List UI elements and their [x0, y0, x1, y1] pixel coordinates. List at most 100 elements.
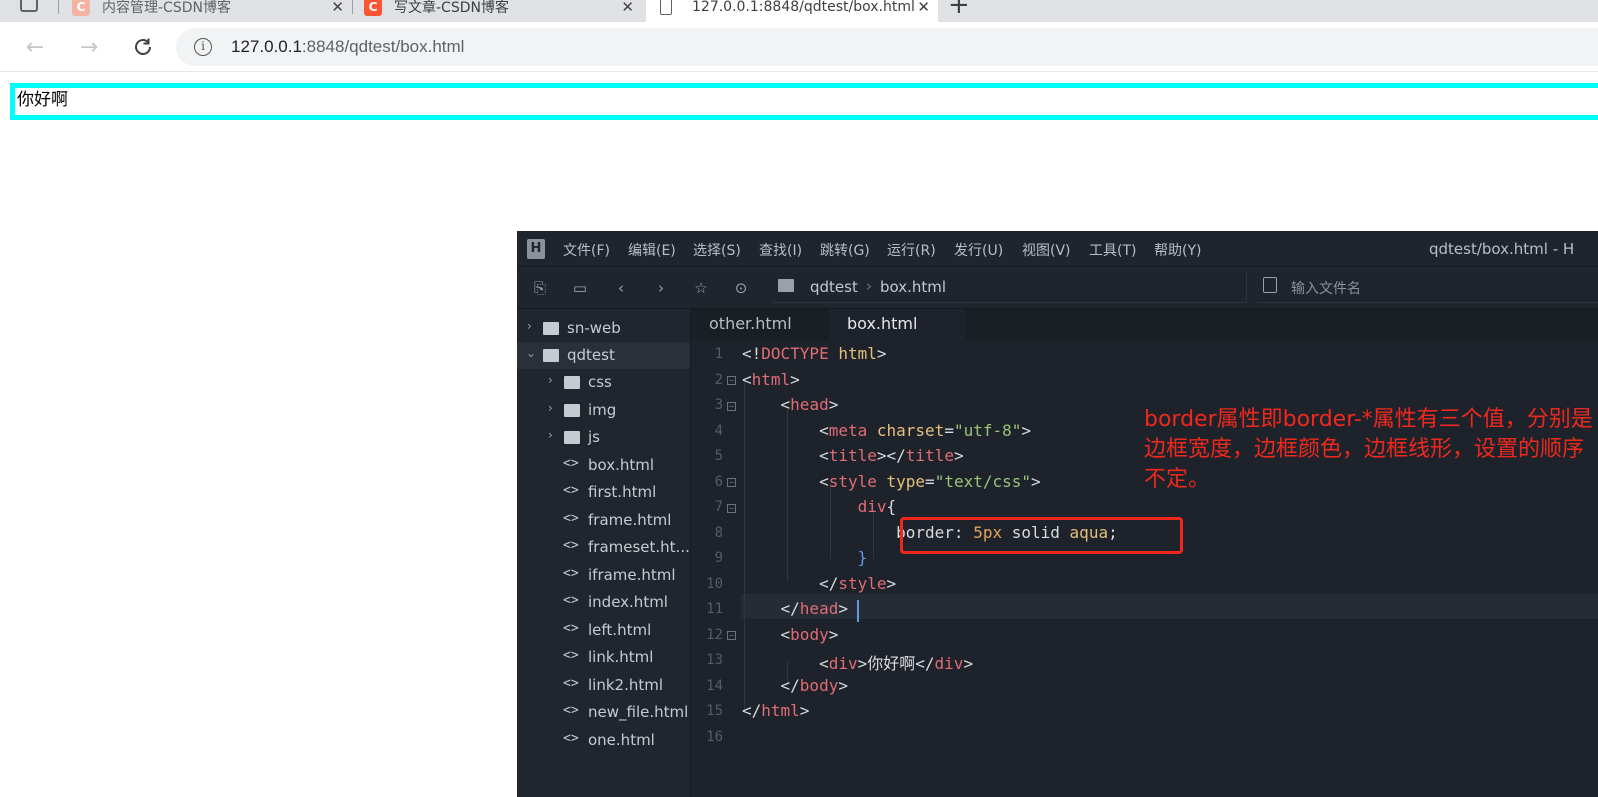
forward-arrow-icon[interactable]: →: [74, 32, 104, 62]
code-file-icon: <>: [563, 483, 579, 498]
chevron-right-icon[interactable]: ›: [548, 373, 553, 387]
current-line-highlight: [741, 594, 1598, 619]
annotation-text: border属性即border-*属性有三个值，分别是边框宽度，边框颜色，边框线…: [1144, 407, 1593, 492]
site-info-icon[interactable]: i: [194, 38, 212, 56]
code-line-13: <div>你好啊</div>: [819, 654, 974, 673]
fold-toggle-icon[interactable]: −: [727, 402, 736, 411]
code-line-11: </head>: [780, 599, 848, 618]
new-file-icon[interactable]: ⎘: [529, 277, 551, 299]
project-folder-icon: [543, 349, 559, 362]
tree-item-file[interactable]: <> one.html: [517, 727, 690, 754]
code-line-6: <style type="text/css">: [819, 472, 1041, 491]
tree-item-file[interactable]: <> iframe.html: [517, 562, 690, 589]
project-explorer: › sn-web ⌄ qdtest › css › img › js <> bo…: [517, 309, 691, 797]
star-icon[interactable]: ☆: [690, 277, 712, 299]
close-tab-icon[interactable]: ✕: [331, 0, 344, 16]
browser-tab-strip: C 内容管理-CSDN博客 ✕ C 写文章-CSDN博客 ✕ 127.0.0.1…: [0, 0, 1598, 22]
editor-tab-bar: other.html box.html: [691, 309, 1598, 340]
menu-find[interactable]: 查找(I): [759, 240, 802, 260]
tab-box-html[interactable]: 127.0.0.1:8848/qdtest/box.html ✕: [646, 0, 938, 22]
line-number: 15: [706, 703, 723, 719]
code-file-icon: <>: [563, 621, 579, 636]
fold-toggle-icon[interactable]: −: [727, 631, 736, 640]
code-file-icon: <>: [563, 456, 579, 471]
menu-select[interactable]: 选择(S): [693, 240, 741, 260]
browser-toolbar: ← → i 127.0.0.1:8848/qdtest/box.html: [0, 22, 1598, 72]
ide-toolbar: ⎘ ▭ ‹ › ☆ ⊙ qdtest › box.html 输入文件名: [517, 267, 1598, 309]
line-number: 3: [714, 397, 723, 413]
line-number: 14: [706, 678, 723, 694]
forward-icon[interactable]: ›: [650, 277, 672, 299]
tree-item-js[interactable]: › js: [517, 424, 690, 451]
code-line-9: }: [857, 548, 868, 567]
menu-tools[interactable]: 工具(T): [1089, 240, 1136, 260]
tree-item-file[interactable]: <> first.html: [517, 479, 690, 506]
code-line-5: <title></title>: [819, 446, 964, 465]
close-tab-icon[interactable]: ✕: [621, 0, 634, 16]
tree-item-file[interactable]: <> frameset.ht...: [517, 534, 690, 561]
tree-item-file[interactable]: <> new_file.html: [517, 699, 690, 726]
url-text: 127.0.0.1:8848/qdtest/box.html: [231, 37, 465, 56]
project-folder-icon: [543, 322, 559, 335]
tree-item-file[interactable]: <> left.html: [517, 617, 690, 644]
sidebar-toggle-icon[interactable]: [20, 0, 38, 12]
tab-separator: [58, 0, 59, 14]
chevron-right-icon[interactable]: ›: [548, 428, 553, 442]
run-icon[interactable]: ⊙: [730, 277, 752, 299]
address-bar[interactable]: i 127.0.0.1:8848/qdtest/box.html: [176, 28, 1598, 66]
tab-write-article[interactable]: C 写文章-CSDN博客 ✕: [364, 0, 642, 22]
menu-goto[interactable]: 跳转(G): [820, 240, 870, 260]
fold-toggle-icon[interactable]: −: [727, 504, 736, 513]
page-icon: [660, 0, 672, 15]
folder-icon: [564, 404, 580, 417]
line-number: 8: [714, 525, 723, 541]
tree-item-file[interactable]: <> link.html: [517, 644, 690, 671]
back-icon[interactable]: ‹: [610, 277, 632, 299]
editor-tab-box[interactable]: box.html: [829, 309, 965, 340]
tab-title: 写文章-CSDN博客: [394, 0, 509, 16]
menu-publish[interactable]: 发行(U): [954, 240, 1003, 260]
breadcrumb-project[interactable]: qdtest: [810, 278, 858, 296]
menu-run[interactable]: 运行(R): [887, 240, 936, 260]
tree-item-css[interactable]: › css: [517, 369, 690, 396]
hbuilder-logo-icon: H: [527, 239, 545, 259]
csdn-favicon-icon: C: [72, 0, 90, 16]
code-line-2: <html>: [742, 370, 800, 389]
code-file-icon: <>: [563, 676, 579, 691]
chevron-right-icon[interactable]: ›: [527, 319, 532, 333]
code-file-icon: <>: [563, 731, 579, 746]
tree-item-img[interactable]: › img: [517, 397, 690, 424]
tree-item-file[interactable]: <> frame.html: [517, 507, 690, 534]
code-file-icon: <>: [563, 703, 579, 718]
menu-view[interactable]: 视图(V): [1022, 240, 1071, 260]
chevron-down-icon[interactable]: ⌄: [526, 346, 536, 360]
menu-help[interactable]: 帮助(Y): [1154, 240, 1201, 260]
fold-toggle-icon[interactable]: −: [727, 478, 736, 487]
tab-content-management[interactable]: C 内容管理-CSDN博客 ✕: [72, 0, 352, 22]
close-tab-icon[interactable]: ✕: [917, 0, 930, 16]
breadcrumb-file[interactable]: box.html: [880, 278, 946, 296]
code-file-icon: <>: [563, 511, 579, 526]
tree-item-sn-web[interactable]: › sn-web: [517, 315, 690, 342]
tree-item-qdtest[interactable]: ⌄ qdtest: [517, 342, 690, 369]
editor-tab-other[interactable]: other.html: [691, 309, 829, 340]
menu-file[interactable]: 文件(F): [563, 240, 610, 260]
code-file-icon: <>: [563, 593, 579, 608]
tree-item-file[interactable]: <> link2.html: [517, 672, 690, 699]
fold-toggle-icon[interactable]: −: [727, 376, 736, 385]
csdn-favicon-icon: C: [364, 0, 382, 16]
new-tab-button[interactable]: +: [948, 0, 970, 20]
file-search-input[interactable]: 输入文件名: [1257, 273, 1598, 303]
line-number: 7: [714, 499, 723, 515]
line-number: 16: [706, 729, 723, 745]
tree-item-file[interactable]: <> box.html: [517, 452, 690, 479]
back-arrow-icon[interactable]: ←: [20, 32, 50, 62]
tree-item-file[interactable]: <> index.html: [517, 589, 690, 616]
menu-edit[interactable]: 编辑(E): [628, 240, 676, 260]
save-icon[interactable]: ▭: [569, 277, 591, 299]
chevron-right-icon: ›: [866, 277, 872, 295]
reload-icon[interactable]: [128, 32, 158, 62]
chevron-right-icon[interactable]: ›: [548, 401, 553, 415]
breadcrumb: qdtest › box.html: [772, 273, 1247, 303]
line-number: 12: [706, 627, 723, 643]
